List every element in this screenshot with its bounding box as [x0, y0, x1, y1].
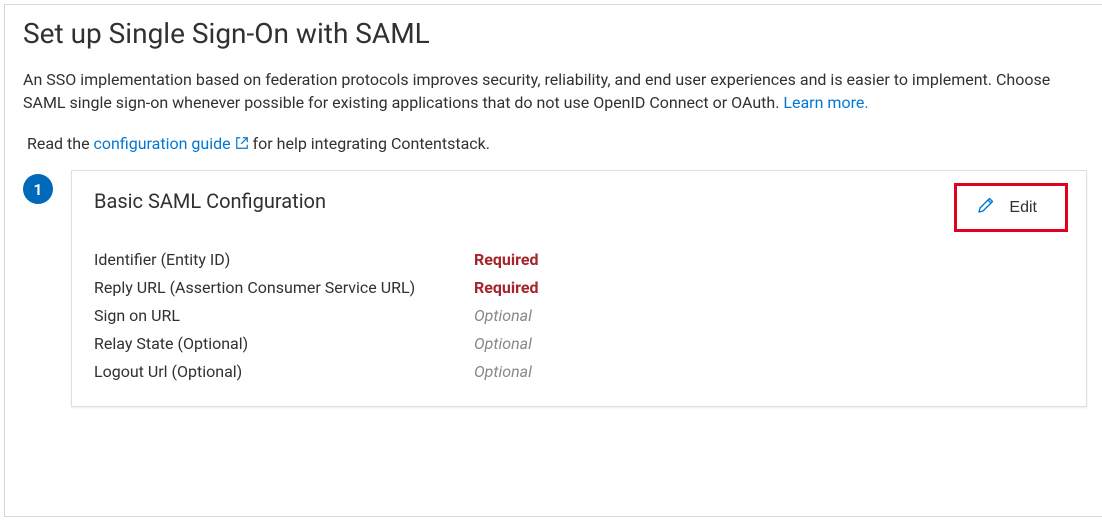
relay-state-value: Optional	[474, 332, 1064, 356]
sign-on-url-value: Optional	[474, 304, 1064, 328]
config-fields: Identifier (Entity ID) Required Reply UR…	[94, 248, 1064, 384]
help-text: Read the configuration guide for help in…	[23, 134, 1087, 154]
logout-url-value: Optional	[474, 360, 1064, 384]
help-prefix: Read the	[27, 134, 94, 153]
identifier-label: Identifier (Entity ID)	[94, 248, 474, 272]
sign-on-url-label: Sign on URL	[94, 304, 474, 328]
basic-saml-config-card: Basic SAML Configuration Edit Identifier…	[71, 170, 1087, 407]
configuration-guide-link[interactable]: configuration guide	[94, 134, 253, 153]
intro-text: An SSO implementation based on federatio…	[23, 68, 1087, 114]
edit-label: Edit	[1009, 199, 1037, 217]
edit-button[interactable]: Edit	[954, 183, 1068, 232]
external-link-icon	[235, 135, 249, 154]
intro-prefix: An SSO implementation based on federatio…	[23, 70, 1050, 112]
step-1-row: 1 Basic SAML Configuration Edit Identifi…	[23, 170, 1087, 407]
sso-saml-setup-page: Set up Single Sign-On with SAML An SSO i…	[4, 4, 1102, 517]
step-number-badge: 1	[23, 174, 53, 204]
identifier-value: Required	[474, 248, 1064, 272]
logout-url-label: Logout Url (Optional)	[94, 360, 474, 384]
card-title: Basic SAML Configuration	[94, 189, 326, 213]
help-suffix: for help integrating Contentstack.	[253, 134, 490, 153]
pencil-icon	[977, 196, 995, 219]
card-header: Basic SAML Configuration Edit	[94, 189, 1064, 232]
relay-state-label: Relay State (Optional)	[94, 332, 474, 356]
learn-more-link[interactable]: Learn more.	[783, 93, 868, 112]
reply-url-value: Required	[474, 276, 1064, 300]
configuration-guide-label: configuration guide	[94, 134, 231, 153]
reply-url-label: Reply URL (Assertion Consumer Service UR…	[94, 276, 474, 300]
page-title: Set up Single Sign-On with SAML	[23, 17, 1087, 50]
